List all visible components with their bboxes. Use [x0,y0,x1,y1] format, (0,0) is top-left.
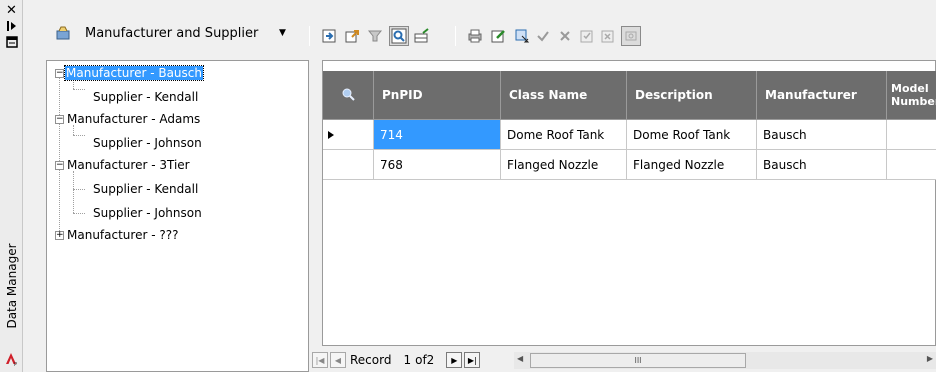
horizontal-scrollbar[interactable]: ◀ III ▶ [514,352,936,369]
column-header-class-name[interactable]: Class Name [501,71,627,120]
row-selector-arrow-icon[interactable] [323,120,374,150]
grid-cell-pnpid[interactable]: 714 [374,120,501,150]
svg-text:P: P [14,362,17,366]
export-icon[interactable] [342,26,362,46]
reject-icon[interactable] [555,26,575,46]
tree-node-supplier[interactable]: Supplier - Johnson [93,204,202,222]
scrollbar-thumb[interactable]: III [530,353,746,368]
grid-cell-pnpid[interactable]: 768 [374,150,501,180]
column-header-pnpid[interactable]: PnPID [374,71,501,120]
close-icon[interactable]: ✕ [3,3,20,18]
tree-node-supplier[interactable]: Supplier - Johnson [93,134,202,152]
grid-cell-manufacturer[interactable]: Bausch [757,120,887,150]
tree-collapse-icon[interactable]: − [55,161,64,170]
tree-expand-icon[interactable]: + [55,231,64,240]
grid-cell-class-name[interactable]: Flanged Nozzle [501,150,627,180]
settings-icon[interactable] [621,26,641,46]
grid-cell-description[interactable]: Dome Roof Tank [627,120,757,150]
filter-icon[interactable] [365,26,385,46]
tree-node-manufacturer[interactable]: Manufacturer - 3Tier [67,156,190,174]
tree-connector [73,189,85,190]
tree-collapse-icon[interactable]: − [55,115,64,124]
print-icon[interactable] [465,26,485,46]
column-header-model-number[interactable]: Model Number [887,71,936,120]
tree-connector [73,135,85,136]
view-icon [55,25,71,41]
palette-title-bar: ✕ Data Manager P [0,0,23,372]
tree-connector [59,75,60,235]
previous-record-icon[interactable]: ◀ [330,352,346,368]
tree-connector [73,213,85,214]
scroll-left-icon[interactable]: ◀ [517,354,523,363]
record-position[interactable]: 1 [403,353,411,367]
tree-node-manufacturer[interactable]: Manufacturer - Adams [67,110,200,128]
autocad-logo: P [4,351,19,368]
toolbar: Manufacturer and Supplier ▼ [35,10,935,50]
properties-icon[interactable] [3,35,20,49]
table-export-icon[interactable] [412,26,432,46]
grid-header: PnPID Class Name Description Manufacture… [323,71,936,120]
edit-icon[interactable] [488,26,508,46]
auto-hide-icon[interactable] [3,19,20,33]
last-record-icon[interactable]: ▶| [464,352,481,368]
tree-connector [73,171,74,213]
toolbar-separator [309,26,310,46]
grid-corner-search-icon[interactable] [323,71,374,120]
table-row[interactable]: 714 Dome Roof Tank Dome Roof Tank Bausch [323,120,936,150]
record-label: Record [350,353,392,367]
grid-cell-model-number[interactable] [887,150,936,180]
column-header-description[interactable]: Description [627,71,757,120]
tree-node-manufacturer[interactable]: Manufacturer - ??? [67,226,178,244]
grid-cell-model-number[interactable] [887,120,936,150]
tree-node-supplier[interactable]: Supplier - Kendall [93,180,198,198]
next-record-icon[interactable]: ▶ [446,352,463,368]
record-navigator: |◀ ◀ Record 1 of2 ▶ ▶| ◀ III ▶ [312,348,936,372]
select-icon[interactable] [512,26,532,46]
accept-icon[interactable] [533,26,553,46]
view-select[interactable]: Manufacturer and Supplier ▼ [55,20,296,46]
record-count: of2 [415,353,435,367]
tree-connector [73,89,85,90]
grid-cell-class-name[interactable]: Dome Roof Tank [501,120,627,150]
row-selector[interactable] [323,150,374,180]
palette-title: Data Manager [4,243,19,329]
grid-cell-manufacturer[interactable]: Bausch [757,150,887,180]
import-icon[interactable] [319,26,339,46]
reject-all-icon[interactable] [598,26,618,46]
tree-node-supplier[interactable]: Supplier - Kendall [93,88,198,106]
column-header-manufacturer[interactable]: Manufacturer [757,71,887,120]
chevron-down-icon[interactable]: ▼ [279,28,286,38]
table-row[interactable]: 768 Flanged Nozzle Flanged Nozzle Bausch [323,150,936,180]
view-select-value: Manufacturer and Supplier [85,25,259,41]
tree-node-manufacturer[interactable]: Manufacturer - Bausch [64,64,204,82]
tree-collapse-icon[interactable]: − [55,69,64,78]
data-grid[interactable]: PnPID Class Name Description Manufacture… [322,60,936,346]
accept-all-icon[interactable] [577,26,597,46]
scroll-right-icon[interactable]: ▶ [927,354,933,363]
first-record-icon[interactable]: |◀ [312,352,328,368]
tree-view[interactable]: − Manufacturer - Bausch Supplier - Kenda… [46,60,309,372]
grid-cell-description[interactable]: Flanged Nozzle [627,150,757,180]
toolbar-separator [455,26,456,46]
zoom-to-icon[interactable] [389,26,409,46]
